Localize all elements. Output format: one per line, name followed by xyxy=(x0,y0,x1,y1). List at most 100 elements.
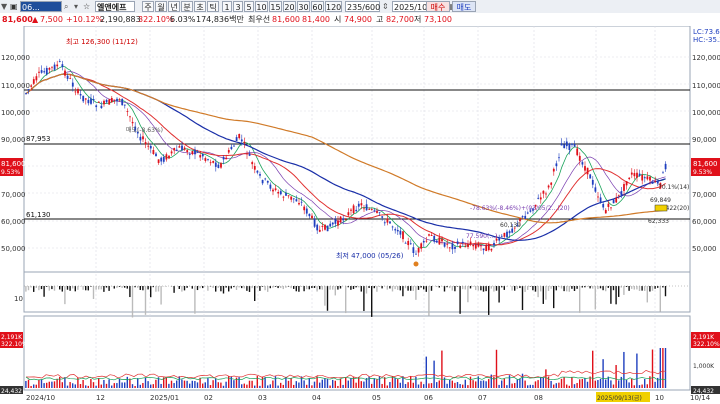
candle-body xyxy=(287,195,290,197)
period-year-button[interactable]: 년 xyxy=(168,1,180,12)
lower-bar xyxy=(204,382,206,388)
volume-bar xyxy=(43,286,45,297)
stock-chart[interactable]: 120,000 110,000 100,000 90,000 70,000 60… xyxy=(0,26,720,404)
lower-bar xyxy=(563,377,565,388)
lower-bar xyxy=(46,382,48,388)
period-week-button[interactable]: 주 xyxy=(142,1,154,12)
lower-bar xyxy=(566,384,568,388)
left-axis-tick: 100,000 xyxy=(1,109,30,117)
lower-bar xyxy=(446,383,448,388)
interval-60-button[interactable]: 60 xyxy=(311,1,324,12)
volume-bar xyxy=(282,286,284,290)
grid-icon[interactable]: ▣ xyxy=(10,1,18,12)
volume-bar xyxy=(35,286,37,288)
menu-icon[interactable]: ▼ xyxy=(1,1,7,12)
candle-body xyxy=(313,218,316,227)
interval-1-button[interactable]: 1 xyxy=(222,1,232,12)
sell-button[interactable]: 매도 xyxy=(452,1,476,12)
volume-bar xyxy=(207,286,209,291)
candle-body xyxy=(464,246,467,248)
candle-body xyxy=(199,155,202,158)
stock-name[interactable]: 엘앤에프 xyxy=(95,1,135,12)
candle-body xyxy=(352,205,355,214)
volume-bar xyxy=(615,286,617,305)
volume-bar xyxy=(532,286,534,291)
volume-bar xyxy=(298,286,300,292)
interval-20-button[interactable]: 20 xyxy=(283,1,296,12)
candle-body xyxy=(308,213,311,217)
lower-bar xyxy=(404,384,407,388)
lower-bar xyxy=(410,376,412,388)
volume-bar xyxy=(607,286,609,288)
candle-body xyxy=(194,149,196,155)
candle-body xyxy=(602,203,605,208)
period-month-button[interactable]: 월 xyxy=(155,1,167,12)
candle-body xyxy=(90,98,92,104)
volume-bar xyxy=(46,286,48,287)
candle-body xyxy=(428,234,430,236)
dropdown-icon[interactable]: ▾ xyxy=(74,1,78,12)
time-tick: 02 xyxy=(204,394,213,402)
candle-body xyxy=(168,155,170,159)
candle-body xyxy=(251,162,254,165)
lower-bar xyxy=(303,380,305,388)
volume-bar xyxy=(399,286,401,291)
search-icon[interactable]: ⌕ xyxy=(64,1,68,12)
lower-bar xyxy=(501,380,503,388)
interval-5-button[interactable]: 5 xyxy=(244,1,254,12)
candle-body xyxy=(500,235,503,237)
lower-bar xyxy=(233,380,235,388)
interval-120-button[interactable]: 120 xyxy=(325,1,342,12)
volume-bar xyxy=(571,286,573,289)
lower-bar xyxy=(103,380,105,388)
candle-body xyxy=(498,238,501,241)
up-arrow-icon: ▲ xyxy=(32,15,39,24)
volume-bar xyxy=(238,286,240,288)
volume-bar xyxy=(511,286,513,291)
lower-bar xyxy=(345,377,347,388)
candle-body xyxy=(552,168,555,172)
buy-button[interactable]: 매수 xyxy=(426,1,450,12)
high-annotation: 최고 126,300 (11/12) xyxy=(66,37,138,46)
volume-bar xyxy=(654,286,656,289)
interval-30-button[interactable]: 30 xyxy=(297,1,310,12)
volume-bar xyxy=(285,286,287,288)
volume-bar xyxy=(537,286,539,298)
time-tick: 04 xyxy=(312,394,321,402)
volume-bar xyxy=(306,286,308,290)
lower-bar xyxy=(662,348,664,388)
lower-bar xyxy=(342,384,344,388)
lower-bar xyxy=(469,376,472,388)
lower-bar xyxy=(464,379,466,388)
spin-icon[interactable]: ⇕ xyxy=(382,1,389,12)
lower-bar xyxy=(407,382,409,388)
volume-bar xyxy=(488,286,490,315)
candle-body xyxy=(269,184,272,189)
lower-bar xyxy=(98,378,100,388)
volume-bar xyxy=(555,286,557,291)
period-tick-button[interactable]: 틱 xyxy=(207,1,219,12)
data-count[interactable]: 235/600 xyxy=(345,1,380,12)
lower-bar xyxy=(511,383,513,388)
period-second-button[interactable]: 초 xyxy=(194,1,206,12)
volume-bar xyxy=(464,286,466,290)
lower-bar xyxy=(139,384,141,388)
candle-body xyxy=(71,82,74,87)
volume-bar xyxy=(612,286,615,291)
lower-bar xyxy=(506,385,508,388)
volume-bar xyxy=(66,286,69,290)
star-icon[interactable]: ☆ xyxy=(83,1,90,12)
candle-body xyxy=(524,215,527,220)
interval-10-button[interactable]: 10 xyxy=(255,1,268,12)
lower-bar xyxy=(545,369,547,388)
volume-bar xyxy=(631,286,633,289)
interval-3-button[interactable]: 3 xyxy=(233,1,243,12)
interval-15-button[interactable]: 15 xyxy=(269,1,282,12)
stock-code-input[interactable]: 06... xyxy=(20,1,62,12)
lower-bar xyxy=(43,383,45,388)
period-minute-button[interactable]: 분 xyxy=(181,1,193,12)
lower-bar xyxy=(605,379,607,388)
lower-bar xyxy=(269,384,271,388)
candle-body xyxy=(116,98,118,102)
candle-body xyxy=(578,155,581,161)
